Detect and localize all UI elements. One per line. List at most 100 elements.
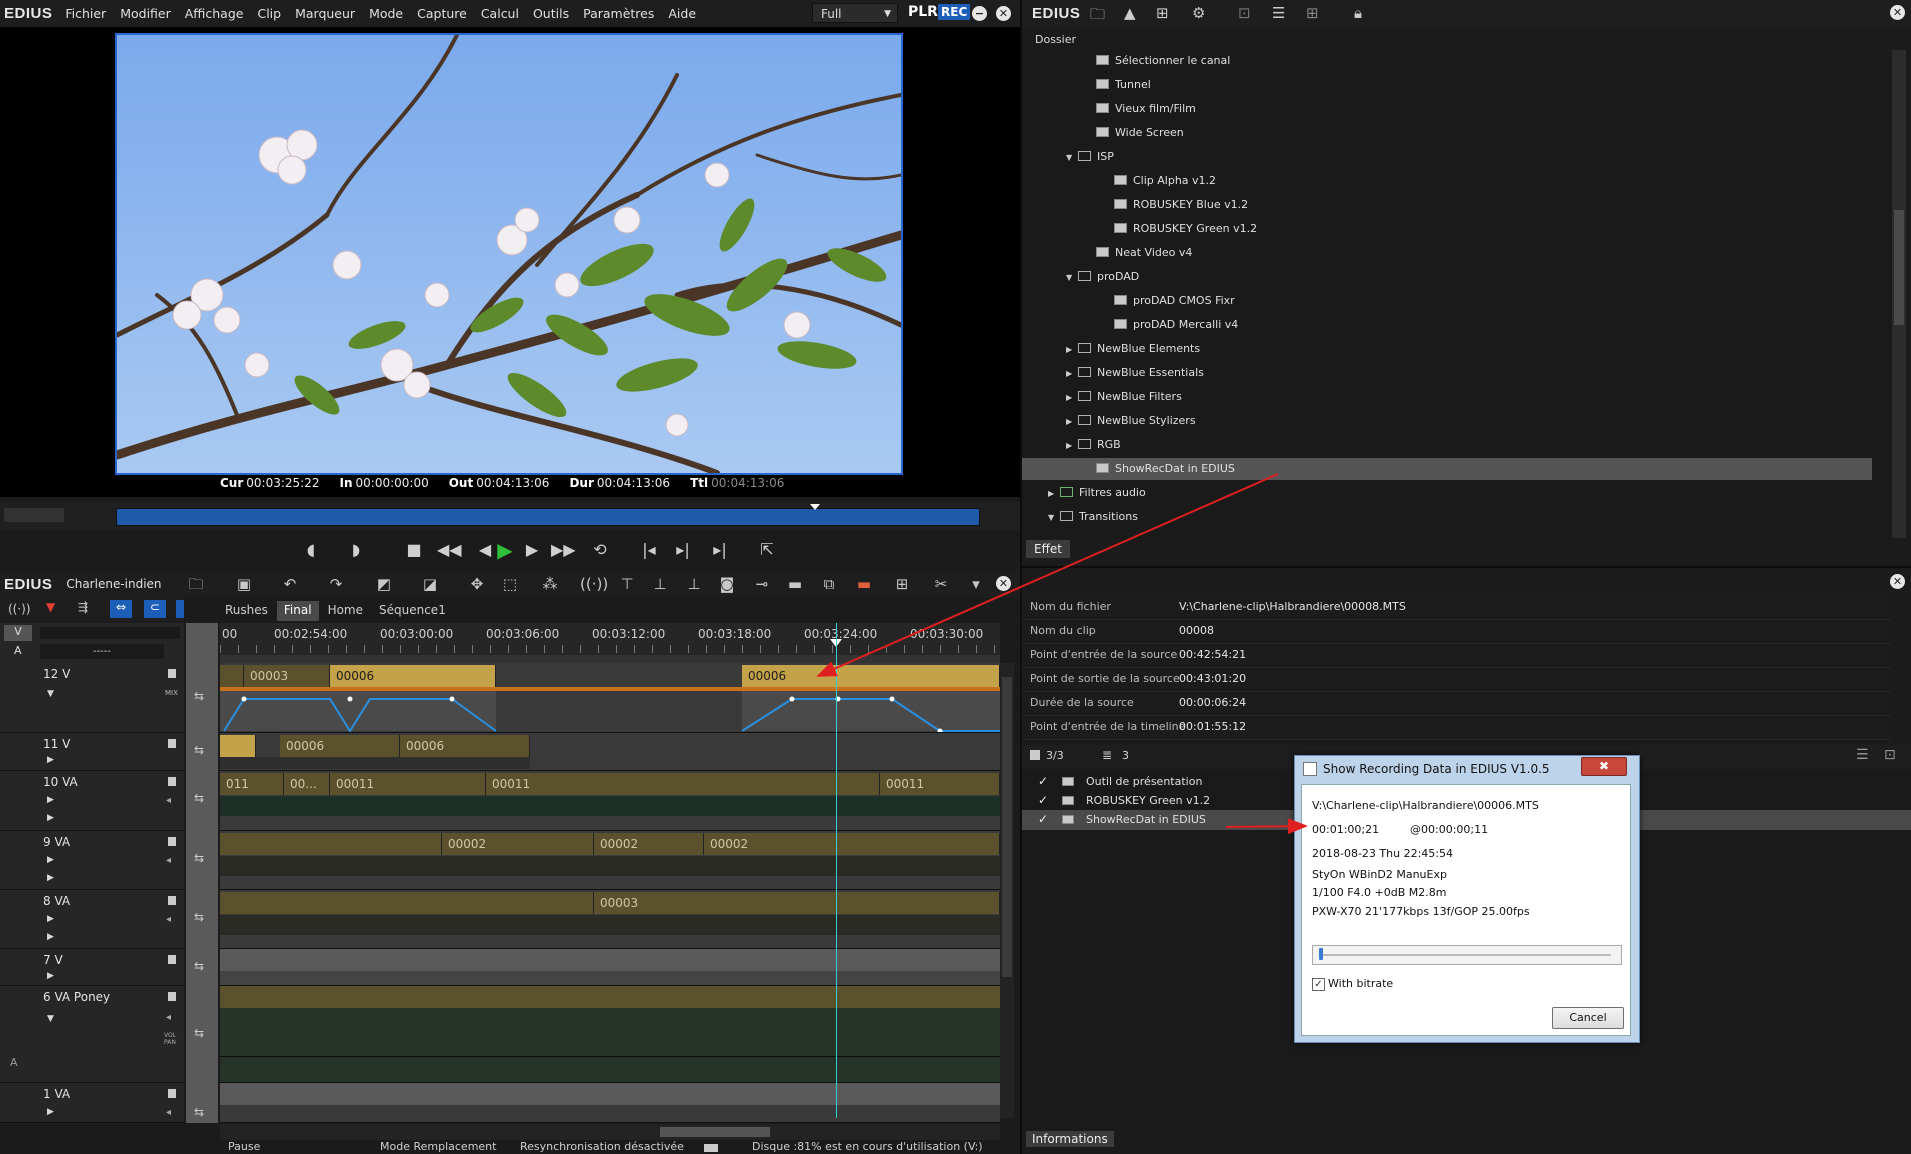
tree-item[interactable]: ▶ NewBlue Stylizers [1022,410,1872,432]
tree-item[interactable]: Clip Alpha v1.2 [1022,170,1872,192]
effects-close-icon[interactable]: ✕ [1890,5,1905,20]
track-header-7v[interactable]: 7 V ▶ [0,949,184,986]
folder-tree-icon[interactable]: ⊞ [1156,4,1169,22]
tab-effet[interactable]: Effet [1026,540,1070,558]
expand-icon[interactable]: ▶ [47,914,54,924]
mark-out-icon[interactable]: ◗ [345,540,367,560]
track-header-6va[interactable]: 6 VA Poney ▼ ◂ VOL PAN A [0,986,184,1083]
track-area-10va[interactable]: 011 00... 00011 00011 00011 [220,771,1000,831]
position-marker-icon[interactable] [810,504,820,510]
track-insert-icon[interactable]: ⇶ [78,600,88,614]
tree-item[interactable]: ShowRecDat in EDIUS [1022,458,1872,480]
expand-icon[interactable]: ▶ [47,795,54,805]
chevron-down-icon[interactable]: ▼ [1066,147,1078,169]
effect-enabled-checkbox[interactable]: ✓ [1038,794,1051,807]
track-lock-icon[interactable] [168,669,176,678]
track-area-9va[interactable]: 00002 00002 00002 [220,831,1000,890]
sync-lock-icon[interactable]: ⇔ [110,600,132,618]
tree-item[interactable]: ▶ NewBlue Elements [1022,338,1872,360]
fast-forward-icon[interactable]: ▶▶ [551,540,576,560]
tree-item[interactable]: ROBUSKEY Green v1.2 [1022,218,1872,240]
settings-icon[interactable]: ⚙ [1192,4,1205,22]
effect-enabled-checkbox[interactable]: ✓ [1038,775,1051,788]
track-lock-icon[interactable] [168,992,176,1001]
timeline-vscroll[interactable] [1000,663,1014,1118]
snap-icon[interactable] [176,600,184,618]
marker-set-icon[interactable]: ▼ [46,600,55,614]
next-edit-icon[interactable]: ▸| [672,540,694,560]
audio-icon[interactable]: ((·)) [580,574,608,594]
timeline-hscroll[interactable] [220,1124,1000,1140]
marker-icon[interactable]: ⊤ [615,574,639,594]
step-forward-icon[interactable]: ▶ [521,540,543,560]
track-area-12v[interactable]: 00003 00006 00006 [220,663,1000,733]
lock-icon[interactable]: 🔒︎ [1354,4,1362,22]
tree-item[interactable]: ▶ Filtres audio [1022,482,1872,504]
menu-modifier[interactable]: Modifier [113,6,178,21]
tree-item[interactable]: ▼ Transitions [1022,506,1872,528]
minimize-icon[interactable]: − [972,6,987,21]
expand-icon[interactable]: ▶ [47,1107,54,1117]
edit-tool-icon[interactable]: ◩ [372,574,396,594]
clip[interactable]: 00002 [442,833,594,855]
marker-red-icon[interactable]: ⊥ [648,574,672,594]
menu-affichage[interactable]: Affichage [178,6,251,21]
chevron-right-icon[interactable]: ▶ [1066,387,1078,409]
trim-icon[interactable]: ✥ [465,574,489,594]
undo-icon[interactable]: ↶ [278,574,302,594]
mark-in-icon[interactable]: ◖ [300,540,322,560]
audio-patch-select[interactable]: ----- [40,644,164,659]
mix-label[interactable]: MIX [165,689,178,697]
collapse-icon[interactable]: ▼ [47,689,54,699]
tree-item[interactable]: Vieux film/Film [1022,98,1872,120]
track-header-8va[interactable]: 8 VA ▶ ▶ ◂ [0,890,184,949]
tree-item[interactable]: ▼ proDAD [1022,266,1872,288]
track-lock-icon[interactable] [168,1089,176,1098]
list-view-icon[interactable]: ☰ [1856,747,1869,763]
shuttle-slider[interactable] [4,508,64,522]
track-area-11v[interactable]: 00006 00006 [220,733,1000,771]
tree-item[interactable]: ▶ NewBlue Filters [1022,386,1872,408]
rewind-icon[interactable]: ◀◀ [437,540,462,560]
track-area-6va[interactable] [220,986,1000,1083]
audio-patch[interactable]: A [14,644,22,657]
loop-icon[interactable]: ⟲ [589,540,611,560]
expand-icon[interactable]: ▶ [47,813,54,823]
clip[interactable] [220,735,256,757]
timeline-close-icon[interactable]: ✕ [996,576,1011,591]
plr-label[interactable]: PLR [908,4,938,20]
tree-item[interactable]: ▶ NewBlue Essentials [1022,362,1872,384]
vol-pan-label[interactable]: VOL PAN [164,1032,182,1046]
expand-icon[interactable]: ▶ [47,873,54,883]
clip[interactable] [220,665,244,687]
clip[interactable]: 011 [220,773,284,795]
tab-rushes[interactable]: Rushes [218,601,275,621]
link-icon[interactable]: ⊸ [750,574,774,594]
sync-cell[interactable]: ⇆ [186,663,218,733]
chevron-down-icon[interactable]: ▾ [964,574,988,594]
track-area-1va[interactable] [220,1083,1000,1123]
list-icon[interactable]: ☰ [1272,4,1285,22]
tree-item[interactable]: proDAD CMOS Fixr [1022,290,1872,312]
tree-item[interactable]: Tunnel [1022,74,1872,96]
chevron-right-icon[interactable]: ▶ [1066,435,1078,457]
tree-item[interactable]: ROBUSKEY Blue v1.2 [1022,194,1872,216]
menu-outils[interactable]: Outils [526,6,576,21]
timeline-ruler[interactable]: 00 00:02:54:00 00:03:00:00 00:03:06:00 0… [220,623,1000,663]
clip[interactable]: 00002 [594,833,704,855]
clip[interactable]: 00006 [400,735,530,757]
clip[interactable]: 00006 [280,735,400,757]
tree-scroll-thumb[interactable] [1894,210,1904,325]
track-header-12v[interactable]: 12 V ▼ MIX [0,663,184,733]
folder-open-icon[interactable]: 🗀 [184,574,208,594]
speaker-icon[interactable]: ◂ [166,795,171,806]
sync-cell[interactable]: ⇆ [186,986,218,1083]
speaker-icon[interactable]: ◂ [166,1107,171,1118]
camera-icon[interactable]: ◙ [715,574,739,594]
tree-item[interactable]: Neat Video v4 [1022,242,1872,264]
timeline-playhead[interactable] [836,623,837,1118]
copy-icon[interactable]: ⧉ [817,574,841,594]
clip[interactable] [220,833,442,855]
audio-clip[interactable] [220,796,1000,816]
export-icon[interactable]: ⇱ [756,540,778,560]
